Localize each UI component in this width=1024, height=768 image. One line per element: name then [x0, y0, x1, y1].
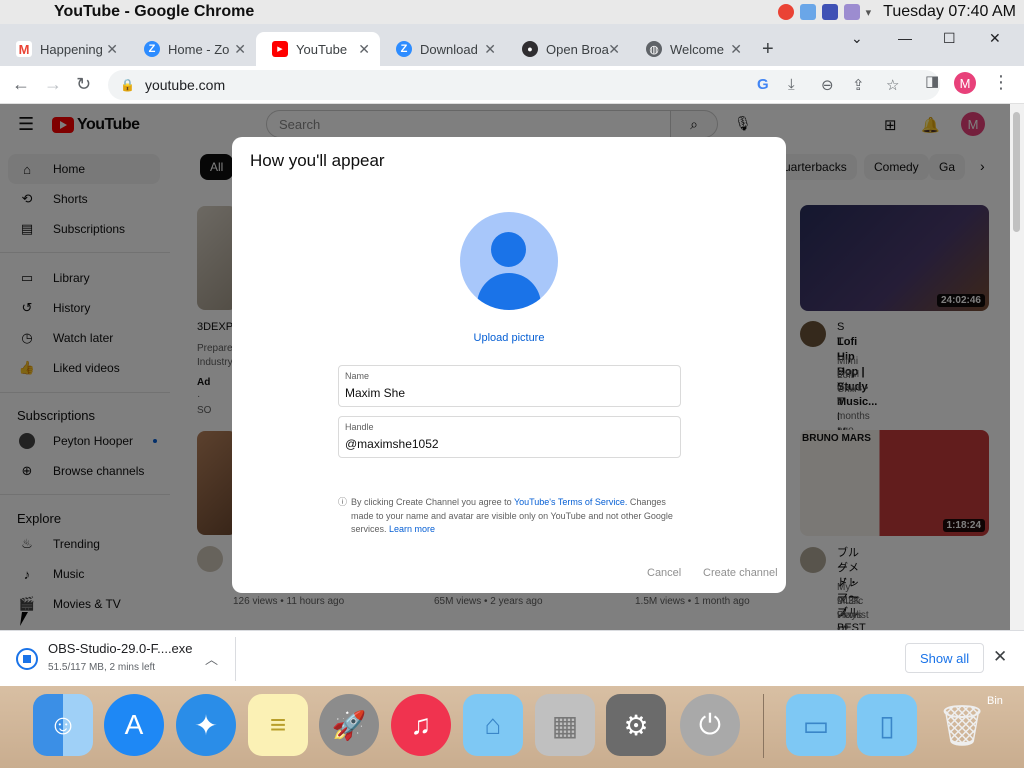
info-icon: ⓘ	[338, 497, 348, 507]
close-shelf-icon[interactable]: ✕	[993, 647, 1007, 667]
chevron-down-icon[interactable]: ▾	[866, 6, 872, 19]
show-all-button[interactable]: Show all	[905, 643, 985, 673]
scrollbar-thumb[interactable]	[1013, 112, 1020, 232]
share-icon[interactable]: ⇪	[852, 76, 865, 94]
tab-search-chevron-icon[interactable]: ⌄	[851, 30, 863, 47]
menubar-clock[interactable]: Tuesday 07:40 AM	[883, 3, 1016, 21]
how-you-appear-dialog: How you'll appear Upload picture Name Ma…	[232, 137, 786, 593]
new-tab-plus-icon[interactable]: +	[762, 38, 774, 61]
terms-text: By clicking Create Channel you agree to	[351, 497, 514, 507]
mouse-cursor-icon	[20, 612, 34, 626]
trash-icon[interactable]: 🗑	[932, 694, 992, 756]
id-card-status-icon[interactable]	[821, 4, 838, 20]
name-field-label: Name	[345, 371, 370, 381]
zoom-icon: Z	[396, 41, 412, 57]
chrome-tab-strip: M Happening ✕ Z Home - Zo ✕ ▶ YouTube ✕ …	[0, 24, 1024, 66]
tab-zoom-download[interactable]: Z Download ✕	[380, 32, 506, 66]
active-app-title: YouTube - Google Chrome	[54, 3, 255, 20]
globe-icon: ◍	[646, 41, 662, 57]
obs-icon: ●	[522, 41, 538, 57]
chrome-profile-avatar[interactable]: M	[954, 72, 976, 94]
macos-dock: ☺ A ✦ ≡ 🚀 ♫ ⌂ ▦ ⚙ ⏻ ▭ ▯ 🗑 Bin	[0, 686, 1024, 768]
safari-icon[interactable]: ✦	[176, 694, 236, 756]
tab-label: Home - Zo	[168, 41, 230, 57]
youtube-icon: ▶	[272, 41, 288, 57]
shelf-divider	[235, 637, 236, 681]
download-file-name[interactable]: OBS-Studio-29.0-F....exe	[48, 641, 193, 656]
reload-icon[interactable]: ↻	[76, 74, 91, 95]
google-lens-icon[interactable]: G	[757, 76, 769, 93]
trash-label: Bin	[987, 695, 1003, 707]
chevron-up-icon[interactable]: ︿	[205, 649, 218, 668]
close-window-icon[interactable]: ✕	[989, 30, 1001, 47]
lock-icon[interactable]: 🔒	[120, 78, 135, 92]
tab-label: YouTube	[296, 41, 348, 57]
handle-field-label: Handle	[345, 422, 374, 432]
address-url[interactable]: youtube.com	[145, 77, 225, 93]
dock-separator	[763, 694, 764, 758]
puzzle-status-icon[interactable]	[843, 4, 860, 20]
cancel-button[interactable]: Cancel	[647, 567, 681, 579]
terms-notice: ⓘ By clicking Create Channel you agree t…	[338, 496, 683, 537]
page-scrollbar[interactable]	[1010, 104, 1024, 630]
default-avatar-icon[interactable]	[460, 212, 558, 310]
bookmark-star-icon[interactable]: ☆	[886, 76, 899, 94]
tab-gmail[interactable]: M Happening ✕	[0, 32, 128, 66]
close-tab-icon[interactable]: ✕	[234, 41, 246, 58]
download-progress-icon[interactable]	[16, 648, 38, 670]
notes-icon[interactable]: ≡	[248, 694, 308, 756]
handle-field-value[interactable]: @maximshe1052	[345, 437, 439, 451]
handle-field[interactable]: Handle @maximshe1052	[338, 416, 681, 458]
launchpad-icon[interactable]: 🚀	[319, 694, 379, 756]
close-tab-icon[interactable]: ✕	[106, 41, 118, 58]
chrome-toolbar: ← → ↻ 🔒 youtube.com G ⤓ ⊖ ⇪ ☆ ◨ M ⋮	[0, 66, 1024, 104]
tab-label: Download	[420, 41, 478, 57]
back-arrow-icon[interactable]: ←	[12, 74, 30, 95]
zoom-icon: Z	[144, 41, 160, 57]
app-store-icon[interactable]: A	[104, 694, 164, 756]
upload-picture-link[interactable]: Upload picture	[232, 332, 786, 344]
side-panel-icon[interactable]: ◨	[925, 72, 939, 90]
create-channel-button[interactable]: Create channel	[703, 567, 778, 579]
close-tab-icon[interactable]: ✕	[730, 41, 742, 58]
music-app-icon[interactable]: ♫	[391, 694, 451, 756]
downloads-folder-icon[interactable]: ▭	[786, 694, 846, 756]
avatar-body	[477, 273, 541, 310]
download-progress-text: 51.5/117 MB, 2 mins left	[48, 662, 156, 673]
menubar-status-area: ▾ Tuesday 07:40 AM	[777, 3, 1016, 21]
tab-obs[interactable]: ● Open Broa ✕	[506, 32, 630, 66]
forward-arrow-icon[interactable]: →	[44, 74, 62, 95]
chrome-status-icon[interactable]	[777, 4, 794, 20]
close-tab-icon[interactable]: ✕	[484, 41, 496, 58]
tab-welcome[interactable]: ◍ Welcome ✕	[630, 32, 752, 66]
name-field-value[interactable]: Maxim She	[345, 386, 405, 400]
minimize-window-icon[interactable]: —	[898, 30, 912, 46]
gmail-icon: M	[16, 41, 32, 57]
documents-folder-icon[interactable]: ▯	[857, 694, 917, 756]
learn-more-link[interactable]: Learn more	[389, 524, 435, 534]
address-bar[interactable]: 🔒 youtube.com G ⤓ ⊖ ⇪ ☆	[108, 70, 940, 100]
close-tab-icon[interactable]: ✕	[608, 41, 620, 58]
zoom-icon[interactable]: ⊖	[821, 76, 834, 94]
tab-label: Happening	[40, 41, 103, 57]
tab-label: Open Broa	[546, 41, 609, 57]
shutdown-icon[interactable]: ⏻	[680, 694, 740, 756]
system-preferences-icon[interactable]: ⚙	[606, 694, 666, 756]
chrome-menu-icon[interactable]: ⋮	[992, 72, 1010, 93]
folder-status-icon[interactable]	[799, 4, 816, 20]
name-field[interactable]: Name Maxim She	[338, 365, 681, 407]
dialog-title: How you'll appear	[250, 151, 385, 170]
terms-of-service-link[interactable]: YouTube's Terms of Service.	[514, 497, 627, 507]
mac-pro-icon[interactable]: ▦	[535, 694, 595, 756]
tab-zoom-home[interactable]: Z Home - Zo ✕	[128, 32, 256, 66]
avatar-head	[491, 232, 526, 267]
maximize-window-icon[interactable]: ☐	[943, 30, 956, 47]
applications-folder-icon[interactable]: ⌂	[463, 694, 523, 756]
install-app-icon[interactable]: ⤓	[788, 76, 795, 93]
close-tab-icon[interactable]: ✕	[358, 41, 370, 58]
macos-menubar: YouTube - Google Chrome ▾ Tuesday 07:40 …	[0, 0, 1024, 24]
download-shelf: OBS-Studio-29.0-F....exe 51.5/117 MB, 2 …	[0, 630, 1024, 686]
finder-icon[interactable]: ☺	[33, 694, 93, 756]
tab-youtube[interactable]: ▶ YouTube ✕	[256, 32, 380, 66]
